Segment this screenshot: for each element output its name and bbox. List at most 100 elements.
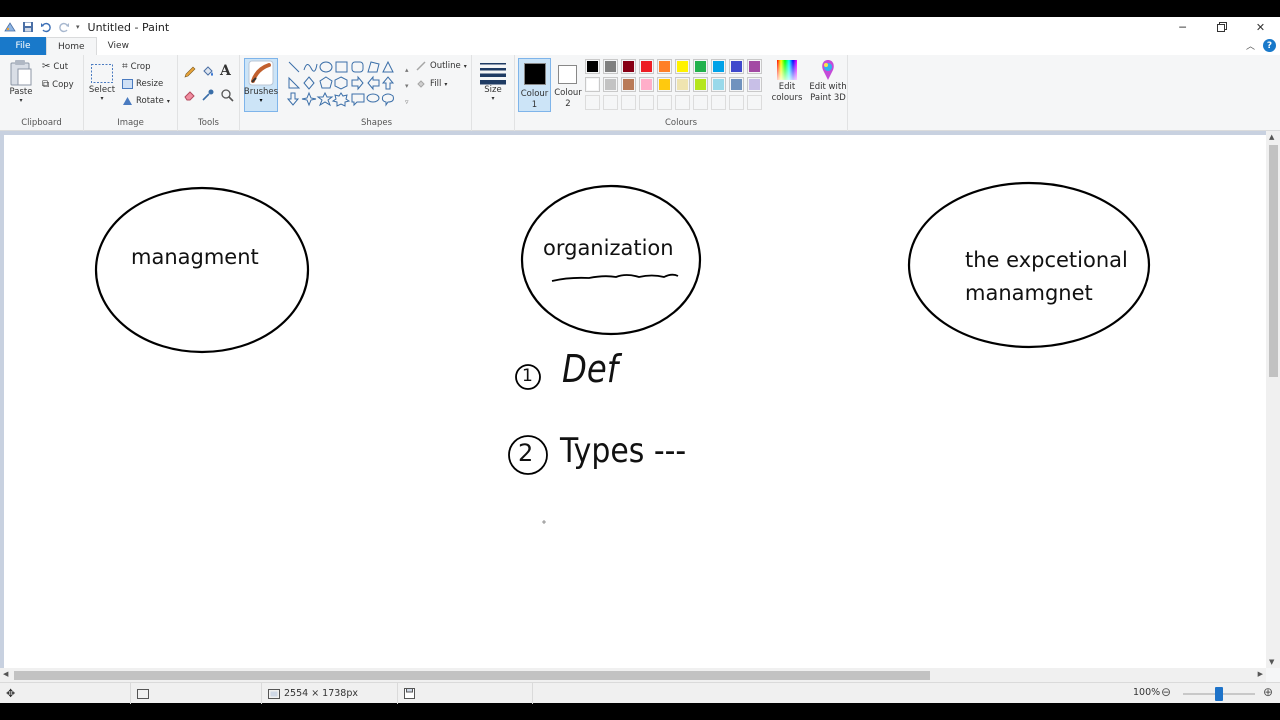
palette-swatch[interactable] (603, 59, 618, 74)
text-tool-icon[interactable]: A (220, 63, 231, 79)
selection-icon (137, 688, 149, 699)
palette-swatch[interactable] (747, 59, 762, 74)
paste-button[interactable]: Paste ▾ (6, 59, 36, 104)
customize-quick-access-icon[interactable]: ▾ (76, 23, 80, 31)
copy-button[interactable]: ⧉ Copy (42, 79, 74, 90)
edit-colours-button[interactable]: Edit colours (767, 58, 807, 112)
close-icon: ✕ (1255, 20, 1266, 34)
select-dropdown-icon: ▾ (100, 95, 104, 102)
custom-colour-slot[interactable] (747, 95, 762, 110)
close-button[interactable]: ✕ (1241, 17, 1280, 37)
crosshair-cursor-icon (542, 520, 546, 524)
swatch-colour (587, 79, 598, 90)
palette-swatch[interactable] (621, 59, 636, 74)
colour-1-button[interactable]: Colour 1 (518, 58, 551, 112)
scroll-right-icon[interactable]: ▶ (1258, 670, 1263, 678)
palette-swatch[interactable] (603, 77, 618, 92)
palette-swatch[interactable] (693, 77, 708, 92)
vertical-scroll-thumb[interactable] (1269, 145, 1278, 377)
undo-icon[interactable] (40, 21, 52, 33)
scroll-down-icon[interactable]: ▼ (1269, 658, 1274, 666)
palette-swatch[interactable] (747, 77, 762, 92)
cut-button[interactable]: ✂ Cut (42, 61, 68, 72)
collapse-ribbon-icon[interactable]: ︿ (1246, 39, 1255, 52)
palette-swatch[interactable] (585, 77, 600, 92)
vertical-scrollbar[interactable]: ▲ ▼ (1266, 131, 1280, 668)
palette-swatch[interactable] (657, 77, 672, 92)
edit-with-paint3d-button[interactable]: Edit with Paint 3D (807, 58, 849, 112)
eraser-icon[interactable] (183, 88, 197, 102)
tab-home[interactable]: Home (46, 37, 97, 55)
shapes-gallery[interactable] (287, 60, 411, 108)
select-button[interactable]: Select ▾ (88, 63, 116, 102)
fill-bucket-icon[interactable] (201, 65, 215, 79)
custom-colour-slot[interactable] (675, 95, 690, 110)
zoom-slider-thumb[interactable] (1215, 687, 1223, 701)
palette-swatch[interactable] (639, 59, 654, 74)
brushes-button[interactable]: Brushes ▾ (244, 58, 278, 112)
outline-button[interactable]: Outline ▾ (416, 61, 467, 71)
palette-swatch[interactable] (585, 59, 600, 74)
custom-colour-slot[interactable] (603, 95, 618, 110)
zoom-slider-track[interactable] (1183, 687, 1255, 701)
brush-icon (248, 60, 274, 86)
custom-colour-slot[interactable] (693, 95, 708, 110)
tab-view[interactable]: View (97, 37, 140, 55)
palette-swatch[interactable] (693, 59, 708, 74)
image-dimensions: 2554 × 1738px (284, 688, 359, 699)
window-controls: ─ ✕ (1163, 17, 1280, 37)
redo-icon[interactable] (58, 21, 70, 33)
pencil-icon[interactable] (183, 65, 197, 79)
canvas-drawing (94, 181, 1151, 524)
zoom-out-icon[interactable]: ⊖ (1161, 685, 1171, 699)
palette-swatch[interactable] (675, 59, 690, 74)
colour-palette (585, 59, 767, 113)
custom-colour-slot[interactable] (711, 95, 726, 110)
palette-swatch[interactable] (729, 77, 744, 92)
fill-button[interactable]: Fill ▾ (416, 79, 447, 89)
colour-picker-icon[interactable] (201, 88, 215, 102)
palette-swatch[interactable] (657, 59, 672, 74)
custom-colour-slot[interactable] (657, 95, 672, 110)
palette-swatch[interactable] (711, 59, 726, 74)
palette-swatch[interactable] (711, 77, 726, 92)
help-icon[interactable]: ? (1263, 39, 1276, 52)
image-group-label: Image (117, 118, 144, 128)
ribbon: Paste ▾ ✂ Cut ⧉ Copy Clipboard Select ▾ … (0, 55, 1280, 131)
palette-swatch[interactable] (639, 77, 654, 92)
line-size-icon (480, 63, 506, 85)
horizontal-scrollbar[interactable]: ◀ ▶ (0, 668, 1266, 682)
edit-with-paint3d-label: Edit with Paint 3D (809, 82, 847, 103)
palette-swatch[interactable] (729, 59, 744, 74)
tab-file[interactable]: File (0, 37, 46, 55)
minimize-button[interactable]: ─ (1163, 17, 1202, 37)
status-bar: ✥ 2554 × 1738px 100% ⊖ ⊕ (0, 682, 1280, 704)
magnifier-icon[interactable] (220, 88, 234, 102)
save-icon[interactable] (22, 21, 34, 33)
outline-dropdown-icon: ▾ (463, 62, 467, 70)
drawing-canvas[interactable]: managment organization the expcetional m… (4, 135, 1266, 668)
rotate-button[interactable]: Rotate ▾ (122, 96, 170, 106)
shapes-scroll[interactable]: ▴ ▾ ▿ (405, 62, 409, 110)
scroll-up-icon[interactable]: ▲ (1269, 133, 1274, 141)
palette-swatch[interactable] (675, 77, 690, 92)
horizontal-scroll-thumb[interactable] (14, 671, 930, 680)
size-button[interactable]: Size ▾ (476, 61, 510, 102)
resize-button[interactable]: Resize (122, 79, 163, 89)
colour-1-swatch (524, 63, 546, 85)
zoom-in-icon[interactable]: ⊕ (1263, 685, 1273, 699)
custom-colour-slot[interactable] (585, 95, 600, 110)
paint-app-icon (4, 22, 16, 32)
custom-colour-slot[interactable] (621, 95, 636, 110)
copy-label: Copy (52, 79, 74, 90)
scissors-icon: ✂ (42, 61, 51, 72)
cut-label: Cut (53, 61, 69, 72)
custom-colour-slot[interactable] (639, 95, 654, 110)
custom-colour-slot[interactable] (729, 95, 744, 110)
crop-button[interactable]: ⌗ Crop (122, 61, 150, 72)
colour-2-button[interactable]: Colour 2 (553, 58, 583, 112)
palette-swatch[interactable] (621, 77, 636, 92)
restore-button[interactable] (1202, 17, 1241, 37)
fill-icon (417, 80, 425, 88)
scroll-left-icon[interactable]: ◀ (3, 670, 8, 678)
